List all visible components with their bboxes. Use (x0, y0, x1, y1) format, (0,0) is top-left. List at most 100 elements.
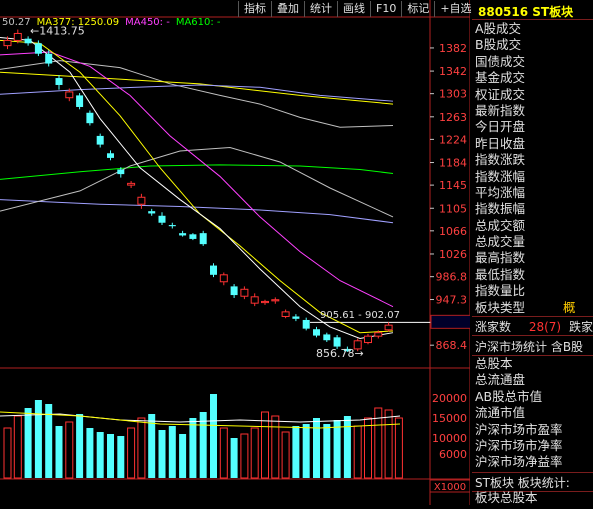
volume-bar (292, 426, 300, 478)
candle-body (261, 300, 269, 304)
panel-field-label: 总成交额 (475, 217, 526, 233)
volume-bar (250, 427, 259, 479)
price-tick-label: 986.8 (436, 271, 468, 284)
volume-bar (158, 430, 166, 478)
toolbar-button-4[interactable]: F10 (370, 1, 401, 17)
volume-tick-label: 15000 (432, 412, 467, 425)
toolbar-button-6[interactable]: +自选 (434, 1, 476, 17)
price-tick-label: 1224 (439, 133, 467, 146)
panel-field-label: 指数涨跌 (475, 152, 526, 168)
candle-body (210, 265, 217, 275)
market-field-list: 总股本 总流通盘 AB股总市值 流通市值 沪深市场市盈率 沪深市场市净率 沪深市场净益率 (475, 356, 563, 471)
volume-bar (333, 420, 341, 478)
panel-field-label: 平均涨幅 (475, 184, 526, 200)
panel-field-label: 板块类型概 (475, 299, 576, 315)
panel-title: 880516 ST板块 (472, 1, 593, 20)
candle-body (271, 299, 280, 302)
range-annotation: 905.61 - 902.07 (320, 310, 400, 321)
candle-body (34, 43, 42, 54)
volume-bar (65, 421, 74, 479)
candle-body (179, 233, 187, 236)
volume-bar (179, 434, 187, 478)
panel-field-label: 总流通盘 (475, 372, 526, 388)
volume-bar (210, 394, 217, 478)
candle-body (364, 335, 372, 344)
volume-bar (240, 433, 249, 479)
panel-field-label: 最高指数 (475, 250, 526, 266)
price-tick-label: 1342 (439, 65, 467, 78)
volume-bar (343, 416, 351, 478)
volume-bar (24, 408, 32, 478)
volume-bar (261, 411, 269, 479)
panel-field-label: 沪深市场净益率 (475, 454, 563, 470)
candle-body (107, 153, 114, 158)
ma-legend-item: MA610: - (175, 17, 221, 28)
candle-body (302, 319, 310, 329)
panel-field-label: 最新指数 (475, 102, 526, 118)
volume-bar (281, 431, 290, 479)
price-tick-label: 1303 (439, 88, 467, 101)
volume-bar (168, 426, 176, 478)
toolbar-button-3[interactable]: 画线 (337, 1, 370, 17)
panel-field-label: 总成交量 (475, 234, 526, 250)
candle-body (127, 182, 136, 186)
volume-bar (117, 436, 125, 478)
volume-bar (55, 426, 63, 478)
candle-body (86, 112, 94, 124)
candle-body (148, 211, 156, 214)
panel-field-label: 权证成交 (475, 86, 526, 102)
quote-panel: 880516 ST板块 A股成交 B股成交 国债成交 基金成交 权证成交 最新指数 今日开盘… (472, 0, 593, 505)
candle-body (199, 233, 207, 245)
panel-title-text: 880516 ST板块 (478, 5, 574, 19)
volume-bar (394, 417, 403, 479)
candle-body (292, 316, 300, 319)
volume-bar (313, 418, 320, 478)
toolbar-button-1[interactable]: 叠加 (271, 1, 304, 17)
panel-field-label: 板块总股本 (475, 490, 538, 505)
volume-bar (127, 427, 136, 479)
volume-bar (302, 424, 310, 478)
toolbar-button-2[interactable]: 统计 (304, 1, 337, 17)
volume-bar (45, 404, 53, 478)
candle-body (13, 32, 22, 41)
volume-bar (323, 424, 331, 478)
chart-canvas[interactable]: 1382 1342 1303 1263 1224 1184 1145 1105 1066 1026… (0, 0, 474, 505)
panel-field-label: 沪深市场市盈率 (475, 421, 563, 437)
panel-field-label: 指数振幅 (475, 201, 526, 217)
candle-body (158, 215, 166, 223)
ma-line (0, 164, 394, 180)
volume-tick-label: 10000 (432, 432, 467, 445)
candle-body (313, 329, 320, 336)
candle-body (384, 324, 393, 331)
candle-body (281, 311, 290, 317)
volume-bar (353, 425, 362, 479)
volume-unit-label: X1000 (434, 482, 466, 493)
panel-field-label: A股成交 (475, 21, 522, 36)
panel-field-label: 昨日收盘 (475, 135, 526, 151)
volume-bar (137, 417, 146, 479)
ma-legend-item: MA377: 1250.09 (36, 17, 120, 28)
price-tick-label: 947.3 (436, 294, 468, 307)
candle-body (55, 78, 63, 85)
volume-tick-label: 20000 (432, 392, 467, 405)
price-tick-label: 868.4 (436, 339, 468, 352)
index-field-list: A股成交 B股成交 国债成交 基金成交 权证成交 最新指数 今日开盘 昨日收盘 指数涨跌 指数涨幅… (475, 21, 576, 316)
panel-field-label: 今日开盘 (475, 119, 526, 135)
toolbar-button-0[interactable]: 指标 (238, 1, 271, 17)
volume-bar (34, 400, 42, 478)
candle-body (96, 135, 104, 145)
volume-bar (107, 434, 114, 478)
low-annotation: 856.78→ (316, 347, 364, 360)
ma-legend: 50.27 MA377: 1250.09 MA450: - MA610: - (2, 17, 227, 28)
toolbar-button-5[interactable]: 标记 (401, 1, 434, 17)
volume-bar (86, 428, 94, 478)
volume-bar (230, 438, 238, 478)
candle-body (230, 286, 238, 296)
kline-chart[interactable]: 1382 1342 1303 1263 1224 1184 1145 1105 1066 1026… (0, 0, 474, 505)
volume-tick-label: 6000 (439, 448, 467, 461)
rise-fall-row: 涨家数 28(7) 跌家 (475, 320, 593, 334)
candle-body (24, 38, 32, 44)
panel-field-label: 国债成交 (475, 53, 526, 69)
price-tick-label: 1145 (439, 179, 467, 192)
ma-legend-item: MA450: - (125, 17, 170, 28)
